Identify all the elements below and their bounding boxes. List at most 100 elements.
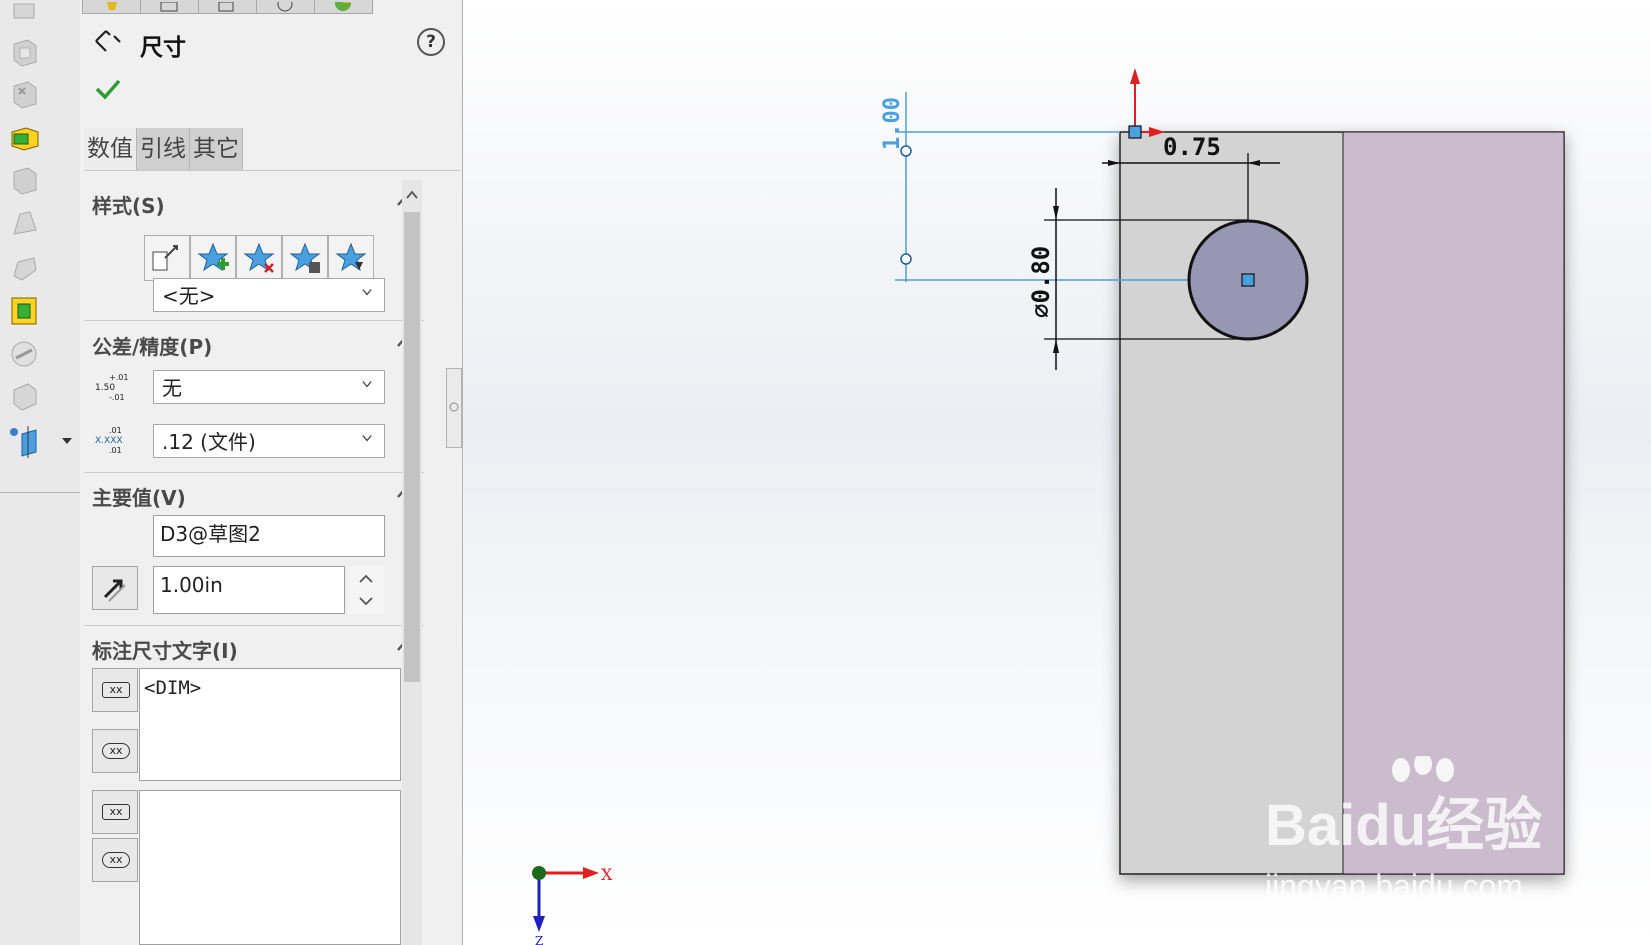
tolerance-type-select[interactable]: 无 [153,370,385,404]
dim-horizontal-arrow-left [1108,160,1120,166]
circle-center-point[interactable] [1241,273,1255,287]
tolerance-icon-nominal: 1.50 [95,383,115,393]
watermark-brand: Baidu经验 [1265,793,1543,858]
tab-display-manager[interactable] [314,0,373,14]
swept-cut-icon[interactable] [8,250,42,284]
configuration-manager-icon [218,1,234,12]
feature-toolbar [0,0,80,945]
precision-select[interactable]: .12 (文件) [153,424,385,458]
dia-arrow-top [1053,206,1059,220]
help-button[interactable]: ? [417,28,445,56]
chamfer-icon[interactable] [8,380,42,414]
panel-scrollbar[interactable] [402,180,422,945]
reference-geometry-icon[interactable] [8,424,42,458]
tab-other[interactable]: 其它 [190,128,243,170]
sketch-origin-point[interactable] [1128,125,1142,139]
dimension-text-section-title[interactable]: 标注尺寸文字(I) [92,635,238,664]
favorite-style-select[interactable]: <无> [153,278,385,312]
dimension-text-upper[interactable]: <DIM> [139,668,401,781]
dia-arrow-bottom [1053,339,1059,353]
paren-xx-icon: xx [102,804,130,820]
dimxpert-icon [277,0,293,12]
panel-splitter-handle[interactable] [446,368,462,448]
feature-manager-icon [107,2,117,10]
tabs-divider [84,170,460,171]
dia-dimension-text[interactable]: ⌀0.80 [1027,246,1055,318]
ok-checkmark-icon[interactable] [95,78,121,100]
triad-x-arrowhead [583,867,599,879]
triad-x-label: X [601,865,613,884]
dimension-name-input[interactable]: D3@草图2 [153,515,385,557]
triad-origin [532,866,546,880]
delete-style-button[interactable] [236,235,282,281]
favorite-style-value: <无> [162,284,216,308]
scroll-thumb[interactable] [404,212,420,682]
smart-dimension-icon [95,30,121,52]
extruded-cut-icon[interactable] [8,120,42,154]
manager-tabs [80,0,442,14]
reverse-direction-button[interactable] [92,566,138,610]
primary-value-section-title[interactable]: 主要值(V) [92,482,186,511]
dim-arrow-handle-bottom[interactable] [900,253,912,265]
watermark-url: jingyan.baidu.com [1265,868,1523,904]
dim-text-above-button[interactable]: xx [92,668,138,712]
panel-title: 尺寸 [140,35,186,61]
section-divider [84,625,424,626]
chevron-down-icon [362,289,372,296]
dimension-text-lower[interactable] [139,790,401,945]
property-manager-panel: 尺寸 ? 数值 引线 其它 样式(S) <无> 公差/精度(P) +.01 1.… [80,0,463,945]
dimension-value-input[interactable]: 1.00in [153,566,345,614]
lofted-cut-icon[interactable] [8,294,42,328]
display-manager-icon [335,0,351,11]
revolved-boss-icon[interactable] [8,36,42,70]
scroll-up-icon[interactable] [404,188,420,202]
reverse-direction-icon [103,579,126,602]
precision-icon-upper: .01 [109,426,122,435]
tab-leaders[interactable]: 引线 [137,128,190,170]
fillet-icon[interactable] [8,338,42,372]
star-save-icon [289,242,321,273]
apply-style-button[interactable] [144,235,190,281]
oval-xx-icon: xx [102,743,130,759]
tab-dimxpert-manager[interactable] [256,0,315,14]
load-style-button[interactable] [328,235,374,281]
chevron-down-icon [362,381,372,388]
splitter-grip-icon [449,402,459,412]
hole-wizard-icon[interactable] [8,164,42,198]
tab-value[interactable]: 数值 [84,128,137,170]
tab-feature-manager[interactable] [82,0,141,14]
precision-icon-nominal: X.XXX [95,436,123,446]
tab-configuration-manager[interactable] [198,0,257,14]
swept-boss-icon[interactable] [8,78,42,112]
extruded-boss-icon[interactable] [8,0,42,34]
dim-horizontal-text[interactable]: 0.75 [1163,133,1221,161]
property-manager-icon [160,1,178,12]
unit-precision-icon: .01 X.XXX .01 [95,426,123,455]
origin-y-arrowhead [1130,68,1140,84]
revolved-cut-icon[interactable] [8,206,42,240]
spinner-arrows-icon [359,574,373,606]
apply-style-icon [152,245,178,271]
dim-text-basic-button[interactable]: xx [92,838,138,882]
dim-vertical-text[interactable]: 1.00 [880,97,905,150]
paren-xx-icon: xx [102,682,130,698]
dropdown-arrow-icon[interactable] [62,438,72,446]
oval-xx-icon: xx [102,852,130,868]
triad-z-label: Z [535,934,543,945]
save-style-button[interactable] [282,235,328,281]
tab-property-manager[interactable] [140,0,199,14]
star-delete-icon [243,242,275,273]
dim-text-below-button[interactable]: xx [92,790,138,834]
tolerance-icon-upper: +.01 [109,373,128,382]
dim-text-inspection-button[interactable]: xx [92,729,138,773]
tolerance-type-icon: +.01 1.50 -.01 [95,373,128,402]
tolerance-section-title[interactable]: 公差/精度(P) [92,331,212,360]
star-load-icon [335,242,367,272]
style-section-title[interactable]: 样式(S) [92,190,165,219]
value-spinner[interactable] [348,566,384,614]
precision-value: .12 (文件) [162,430,256,454]
add-style-button[interactable] [190,235,236,281]
star-add-icon [197,242,229,272]
chevron-down-icon [362,435,372,442]
tolerance-icon-lower: -.01 [109,393,125,402]
